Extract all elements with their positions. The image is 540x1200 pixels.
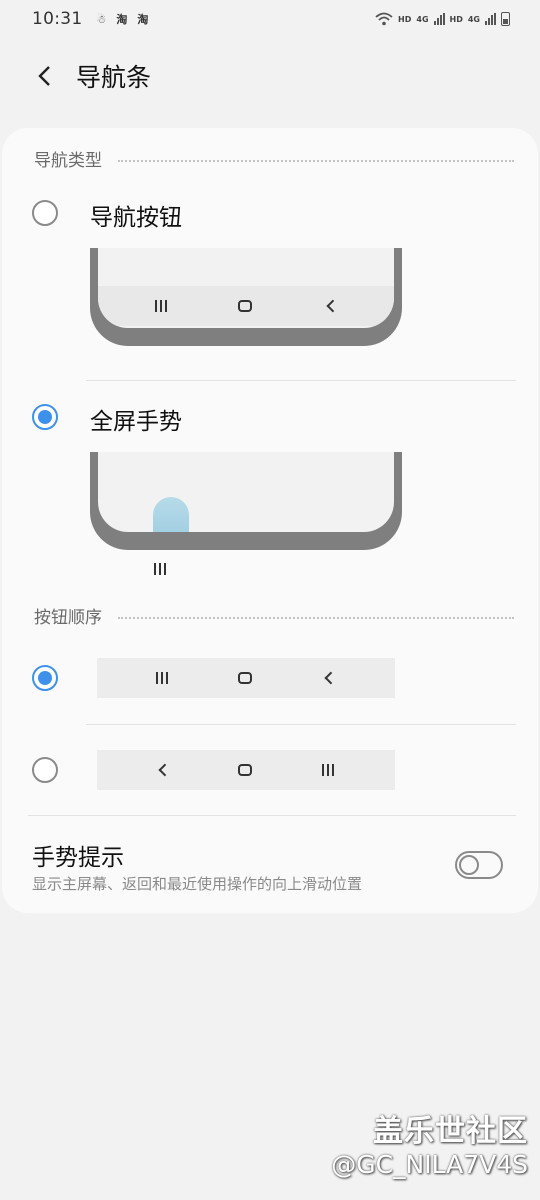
home-icon bbox=[238, 764, 252, 776]
swipe-hint-bubble bbox=[153, 497, 189, 532]
chevron-left-icon bbox=[38, 66, 50, 86]
recent-apps-icon bbox=[156, 672, 168, 684]
status-bar: 10:31 ☃ 淘 淘 HD 4G HD 4G bbox=[0, 0, 540, 38]
radio-order-back-home-recent[interactable] bbox=[32, 757, 58, 783]
wifi-icon bbox=[375, 12, 393, 26]
option-label-nav-buttons[interactable]: 导航按钮 bbox=[90, 198, 182, 232]
radio-order-recent-home-back[interactable] bbox=[32, 665, 58, 691]
radio-fullscreen-gestures[interactable] bbox=[32, 404, 58, 430]
page-title: 导航条 bbox=[76, 63, 152, 92]
section-title: 导航类型 bbox=[34, 151, 102, 171]
back-icon bbox=[158, 763, 172, 777]
back-icon bbox=[326, 299, 340, 313]
divider bbox=[86, 380, 516, 381]
hd-label: HD bbox=[449, 14, 463, 24]
taobao-icon: 淘 bbox=[137, 13, 149, 26]
hd-label: HD bbox=[398, 14, 412, 24]
recent-apps-icon bbox=[322, 764, 334, 776]
status-time: 10:31 bbox=[32, 9, 83, 29]
dotted-divider bbox=[118, 159, 514, 162]
back-button[interactable] bbox=[22, 54, 66, 98]
dotted-divider bbox=[118, 616, 514, 619]
battery-icon bbox=[501, 12, 510, 26]
radio-nav-buttons[interactable] bbox=[32, 200, 58, 226]
gesture-hint-toggle[interactable] bbox=[455, 851, 503, 879]
preview-nav-buttons[interactable] bbox=[90, 248, 402, 346]
preview-fullscreen-gestures[interactable] bbox=[90, 452, 402, 550]
system-icons: HD 4G HD 4G bbox=[375, 12, 510, 26]
settings-card: 导航类型 导航按钮 全屏手势 按钮顺序 bbox=[2, 128, 538, 913]
divider bbox=[86, 724, 516, 725]
preview-navbar bbox=[98, 286, 394, 326]
order-bar-recent-home-back[interactable] bbox=[97, 658, 395, 698]
toggle-knob bbox=[459, 855, 479, 875]
divider bbox=[28, 815, 516, 816]
back-icon bbox=[324, 671, 338, 685]
person-icon: ☃ bbox=[96, 12, 107, 26]
gesture-hint-title[interactable]: 手势提示 bbox=[32, 838, 124, 872]
order-bar-back-home-recent[interactable] bbox=[97, 750, 395, 790]
recent-apps-icon bbox=[155, 300, 167, 312]
gesture-hint-description: 显示主屏幕、返回和最近使用操作的向上滑动位置 bbox=[32, 875, 363, 893]
network-type-label: 4G bbox=[416, 14, 429, 24]
watermark-user: @GC_NILA7V4S bbox=[331, 1150, 528, 1179]
signal-icon bbox=[485, 13, 496, 25]
watermark-brand: 盖乐世社区 bbox=[373, 1114, 528, 1149]
home-icon bbox=[238, 672, 252, 684]
recent-apps-icon bbox=[154, 563, 166, 575]
section-title: 按钮顺序 bbox=[34, 608, 102, 628]
section-header-nav-type: 导航类型 bbox=[34, 146, 514, 171]
notification-icons: ☃ 淘 淘 bbox=[97, 11, 149, 27]
network-type-label: 4G bbox=[467, 14, 480, 24]
option-label-fullscreen-gestures[interactable]: 全屏手势 bbox=[90, 402, 182, 436]
section-header-button-order: 按钮顺序 bbox=[34, 603, 514, 628]
home-icon bbox=[238, 300, 252, 312]
signal-icon bbox=[433, 13, 445, 25]
app-header: 导航条 bbox=[0, 50, 540, 102]
taobao-icon: 淘 bbox=[116, 13, 128, 26]
